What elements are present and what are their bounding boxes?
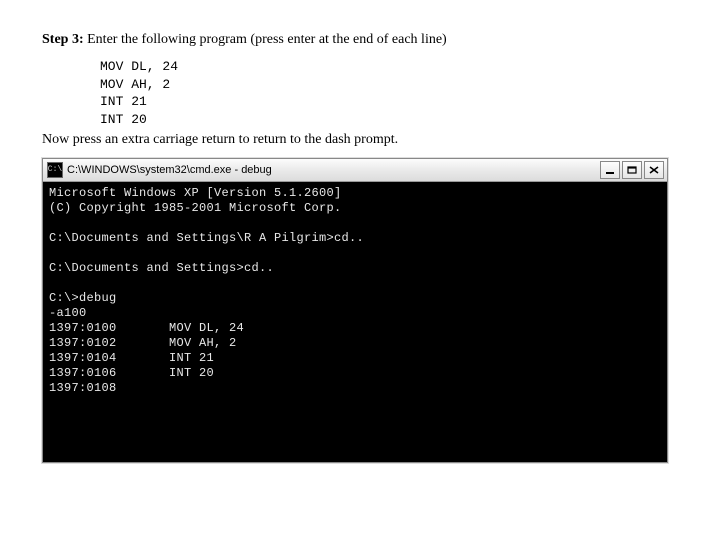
console-line: 1397:0108 <box>49 381 117 395</box>
console-line: 1397:0104 INT 21 <box>49 351 214 365</box>
step-instruction: Step 3: Enter the following program (pre… <box>42 32 678 48</box>
step-text: Enter the following program (press enter… <box>87 32 447 47</box>
cmd-window: C:\ C:\WINDOWS\system32\cmd.exe - debug … <box>42 158 668 463</box>
code-line: INT 21 <box>100 94 147 109</box>
cmd-icon: C:\ <box>47 162 63 178</box>
step-label: Step 3: <box>42 32 84 47</box>
console-line: 1397:0102 MOV AH, 2 <box>49 336 237 350</box>
maximize-icon <box>627 166 637 174</box>
cmd-icon-text: C:\ <box>48 166 62 174</box>
code-line: MOV AH, 2 <box>100 77 170 92</box>
window-buttons <box>600 161 664 179</box>
after-instruction: Now press an extra carriage return to re… <box>42 132 678 148</box>
console-output: Microsoft Windows XP [Version 5.1.2600] … <box>43 182 667 462</box>
assembly-code-block: MOV DL, 24 MOV AH, 2 INT 21 INT 20 <box>100 58 678 128</box>
minimize-icon <box>605 166 615 174</box>
titlebar: C:\ C:\WINDOWS\system32\cmd.exe - debug <box>43 159 667 182</box>
minimize-button[interactable] <box>600 161 620 179</box>
console-line: C:\>debug <box>49 291 117 305</box>
console-line: C:\Documents and Settings>cd.. <box>49 261 274 275</box>
code-line: MOV DL, 24 <box>100 59 178 74</box>
maximize-button[interactable] <box>622 161 642 179</box>
close-icon <box>649 166 659 174</box>
console-line: C:\Documents and Settings\R A Pilgrim>cd… <box>49 231 364 245</box>
console-line: -a100 <box>49 306 87 320</box>
console-line: (C) Copyright 1985-2001 Microsoft Corp. <box>49 201 342 215</box>
close-button[interactable] <box>644 161 664 179</box>
window-title: C:\WINDOWS\system32\cmd.exe - debug <box>67 164 272 176</box>
console-line: Microsoft Windows XP [Version 5.1.2600] <box>49 186 342 200</box>
console-line: 1397:0100 MOV DL, 24 <box>49 321 244 335</box>
code-line: INT 20 <box>100 112 147 127</box>
console-line: 1397:0106 INT 20 <box>49 366 214 380</box>
